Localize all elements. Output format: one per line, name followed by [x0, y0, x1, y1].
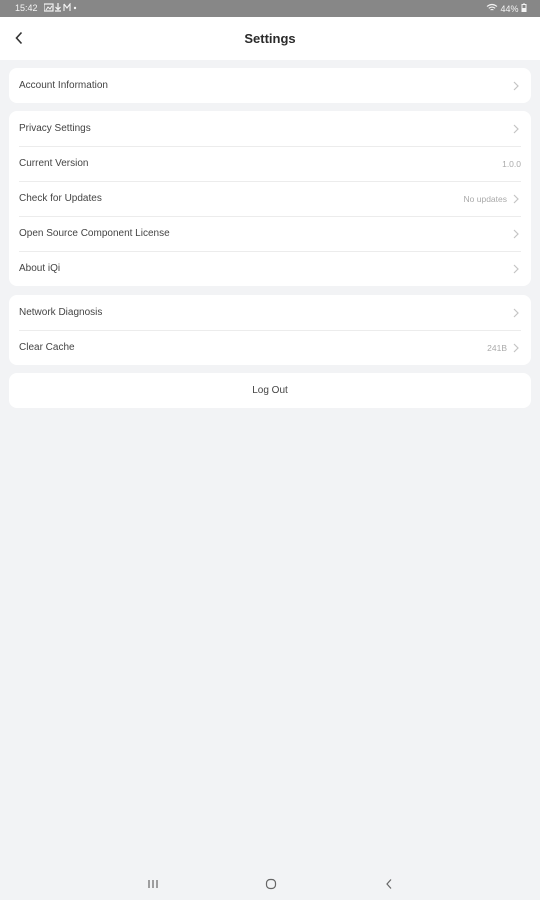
recent-apps-icon: [148, 880, 158, 888]
row-about[interactable]: About iQi: [9, 251, 531, 286]
status-bar: 15:42 44%: [0, 0, 540, 17]
row-label: Privacy Settings: [19, 123, 91, 134]
row-open-source-license[interactable]: Open Source Component License: [9, 216, 531, 251]
row-label: Current Version: [19, 158, 89, 169]
chevron-right-icon: [509, 81, 523, 91]
notification-icon-set: [43, 2, 77, 12]
chevron-right-icon: [509, 124, 523, 134]
page-title: Settings: [244, 31, 296, 46]
battery-icon: [521, 3, 527, 12]
logout-card: Log Out: [9, 373, 531, 408]
row-clear-cache[interactable]: Clear Cache 241B: [9, 330, 531, 365]
system-nav-bar: [0, 868, 540, 900]
nav-back-button[interactable]: [382, 877, 396, 891]
row-label: Network Diagnosis: [19, 307, 103, 318]
row-network-diagnosis[interactable]: Network Diagnosis: [9, 295, 531, 330]
settings-group-account: Account Information: [9, 68, 531, 103]
row-label: Clear Cache: [19, 342, 75, 353]
chevron-right-icon: [509, 229, 523, 239]
app-header: Settings: [0, 17, 540, 60]
row-account-information[interactable]: Account Information: [9, 68, 531, 103]
row-label: About iQi: [19, 263, 61, 274]
chevron-right-icon: [509, 264, 523, 274]
row-check-for-updates[interactable]: Check for Updates No updates: [9, 181, 531, 216]
recent-apps-button[interactable]: [146, 877, 160, 891]
chevron-right-icon: [509, 343, 523, 353]
notification-icons: [43, 2, 78, 14]
chevron-right-icon: [509, 308, 523, 318]
cache-size: 241B: [487, 342, 507, 353]
settings-group-maintenance: Network Diagnosis Clear Cache 241B: [9, 295, 531, 365]
chevron-right-icon: [509, 194, 523, 204]
settings-group-general: Privacy Settings Current Version 1.0.0 C…: [9, 111, 531, 286]
row-label: Check for Updates: [19, 193, 102, 204]
battery-percent: 44%: [500, 4, 519, 14]
logout-button[interactable]: Log Out: [9, 373, 531, 408]
wifi-icon: [486, 3, 498, 11]
row-label: Open Source Component License: [19, 228, 170, 239]
row-label: Account Information: [19, 80, 108, 91]
back-nav-icon: [386, 879, 392, 889]
update-status: No updates: [463, 193, 507, 204]
home-button[interactable]: [264, 877, 278, 891]
version-value: 1.0.0: [502, 158, 521, 169]
row-privacy-settings[interactable]: Privacy Settings: [9, 111, 531, 146]
status-right: 44%: [486, 3, 527, 14]
row-current-version: Current Version 1.0.0: [9, 146, 531, 181]
status-time: 15:42: [15, 3, 38, 13]
home-icon: [265, 878, 277, 890]
